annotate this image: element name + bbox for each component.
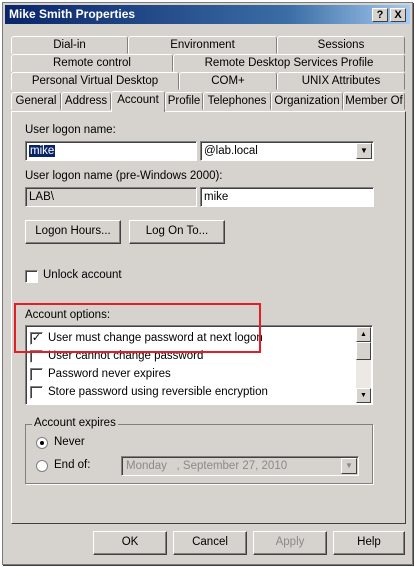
pre2000-name-input[interactable]: mike: [200, 187, 374, 207]
unlock-account-label: Unlock account: [43, 269, 122, 281]
chevron-down-icon[interactable]: ▼: [341, 458, 357, 474]
logon-name-input[interactable]: mike: [25, 141, 197, 161]
tab-remote-control[interactable]: Remote control: [11, 54, 173, 72]
ok-button[interactable]: OK: [93, 531, 167, 555]
tab-member-of[interactable]: Member Of: [343, 92, 405, 110]
title-bar[interactable]: Mike Smith Properties ? X: [5, 5, 410, 24]
tab-dial-in[interactable]: Dial-in: [11, 36, 128, 54]
tab-environment[interactable]: Environment: [128, 36, 277, 54]
option-checkbox[interactable]: [30, 350, 43, 363]
tab-profile[interactable]: Profile: [165, 92, 203, 110]
tab-general[interactable]: General: [11, 92, 61, 110]
domain-combo[interactable]: @lab.local ▼: [200, 141, 374, 161]
tab-remote-desktop-profile[interactable]: Remote Desktop Services Profile: [173, 54, 405, 72]
tab-sessions[interactable]: Sessions: [277, 36, 405, 54]
end-of-radio[interactable]: [36, 460, 48, 472]
help-button[interactable]: Help: [333, 531, 405, 555]
properties-window: Mike Smith Properties ? X Dial-in Enviro…: [2, 2, 413, 565]
option-checkbox[interactable]: [30, 386, 43, 399]
end-date-picker[interactable]: Monday , September 27, 2010 ▼: [121, 456, 359, 476]
account-tab-panel: User logon name: mike @lab.local ▼ User …: [11, 111, 406, 524]
scroll-up-icon[interactable]: ▲: [356, 327, 371, 342]
pre2000-label: User logon name (pre-Windows 2000):: [25, 170, 223, 182]
apply-button[interactable]: Apply: [253, 531, 327, 555]
log-on-to-button[interactable]: Log On To...: [129, 220, 225, 244]
window-title: Mike Smith Properties: [9, 7, 136, 21]
pre2000-domain-field: LAB\: [25, 187, 197, 207]
tab-organization[interactable]: Organization: [271, 92, 343, 110]
tab-telephones[interactable]: Telephones: [203, 92, 271, 110]
option-checkbox[interactable]: [30, 368, 43, 381]
tab-address[interactable]: Address: [61, 92, 111, 110]
logon-hours-button[interactable]: Logon Hours...: [25, 220, 121, 244]
unlock-account-checkbox[interactable]: [25, 270, 38, 283]
checkmark-icon[interactable]: ✓: [30, 332, 43, 345]
cancel-button[interactable]: Cancel: [173, 531, 247, 555]
logon-name-label: User logon name:: [25, 124, 116, 136]
end-of-label: End of:: [54, 459, 91, 471]
scroll-down-icon[interactable]: ▼: [356, 388, 371, 403]
tab-account[interactable]: Account: [111, 91, 165, 112]
radio-selected-dot: [40, 441, 44, 445]
never-radio[interactable]: [36, 437, 48, 449]
close-title-button[interactable]: X: [390, 8, 406, 22]
tab-unix-attributes[interactable]: UNIX Attributes: [277, 72, 405, 90]
chevron-down-icon[interactable]: ▼: [356, 143, 372, 159]
account-options-label: Account options:: [25, 309, 111, 321]
never-label: Never: [54, 436, 85, 448]
scrollbar-thumb[interactable]: [356, 342, 371, 360]
account-options-list[interactable]: ✓ User must change password at next logo…: [25, 325, 373, 405]
tab-com-plus[interactable]: COM+: [179, 72, 277, 90]
help-title-button[interactable]: ?: [372, 8, 388, 22]
account-expires-title: Account expires: [32, 417, 118, 429]
tab-personal-virtual-desktop[interactable]: Personal Virtual Desktop: [11, 72, 179, 90]
